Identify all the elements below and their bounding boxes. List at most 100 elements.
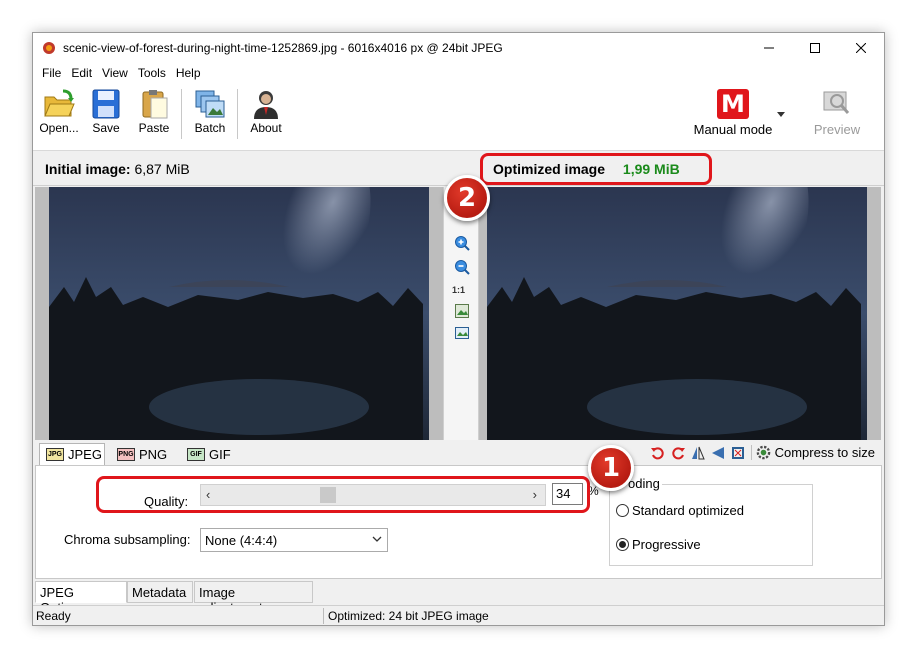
preview-label: Preview	[813, 122, 861, 137]
menu-bar: File Edit View Tools Help	[33, 63, 884, 83]
coding-group: oding Standard optimized Progressive	[609, 476, 813, 566]
toolbar: Open... Save Paste Batch About M Manual …	[33, 83, 884, 151]
about-label: About	[250, 121, 282, 135]
preview-button[interactable]: Preview	[810, 87, 864, 147]
status-ready: Ready	[36, 609, 71, 623]
batch-button[interactable]: Batch	[186, 87, 234, 143]
format-tab-bar: JPG JPEG PNG PNG GIF GIF Compress to siz…	[33, 441, 884, 465]
flip-vertical-icon	[711, 446, 724, 459]
menu-file[interactable]: File	[37, 66, 66, 80]
clipboard-icon	[142, 90, 168, 119]
status-optimized-info: Optimized: 24 bit JPEG image	[328, 609, 489, 623]
gif-file-icon: GIF	[187, 447, 205, 461]
rotate-left-button[interactable]	[650, 446, 665, 460]
magnifier-icon	[823, 91, 850, 114]
initial-size-value: 6,87 MiB	[134, 161, 190, 177]
compress-to-size-label: Compress to size	[774, 445, 875, 460]
zoom-out-icon[interactable]	[454, 259, 470, 275]
minimize-button[interactable]	[746, 33, 792, 63]
annotation-badge-1: 1	[588, 445, 634, 491]
optimized-image	[487, 187, 867, 440]
original-image-viewer[interactable]	[35, 187, 443, 440]
open-button[interactable]: Open...	[35, 87, 83, 143]
tab-png-label: PNG	[139, 446, 168, 462]
tab-jpeg-label: JPEG	[68, 447, 102, 462]
radio-standard-optimized[interactable]: Standard optimized	[616, 503, 744, 518]
rotate-right-button[interactable]	[671, 446, 685, 460]
original-image	[49, 187, 429, 440]
app-window: scenic-view-of-forest-during-night-time-…	[32, 32, 885, 626]
batch-images-icon	[195, 90, 225, 118]
chroma-subsampling-value: None (4:4:4)	[205, 533, 278, 548]
initial-size: Initial image: 6,87 MiB	[45, 161, 190, 177]
compress-to-size-button[interactable]: Compress to size	[750, 445, 875, 460]
tab-gif[interactable]: GIF GIF	[181, 443, 241, 465]
menu-help[interactable]: Help	[171, 66, 206, 80]
window-title: scenic-view-of-forest-during-night-time-…	[63, 41, 503, 55]
maximize-button[interactable]	[792, 33, 838, 63]
save-label: Save	[92, 121, 120, 135]
batch-label: Batch	[194, 121, 226, 135]
initial-size-label: Initial image:	[45, 161, 131, 177]
gear-icon	[756, 445, 770, 460]
close-icon	[856, 43, 866, 53]
image-tools: Compress to size	[648, 445, 878, 460]
chevron-down-icon	[777, 112, 785, 117]
paste-button[interactable]: Paste	[130, 87, 178, 143]
folder-open-icon	[44, 89, 75, 117]
save-button[interactable]: Save	[82, 87, 130, 143]
tab-jpeg-options[interactable]: JPEG Options	[35, 581, 127, 615]
chroma-subsampling-select[interactable]: None (4:4:4)	[200, 528, 388, 552]
maximize-icon	[810, 43, 820, 53]
paste-label: Paste	[138, 121, 170, 135]
optimized-size-highlight	[480, 153, 712, 185]
quality-highlight	[96, 476, 590, 513]
tab-jpeg[interactable]: JPG JPEG	[39, 443, 105, 465]
toolbar-separator	[181, 89, 182, 139]
tab-png[interactable]: PNG PNG	[111, 443, 177, 465]
floppy-disk-icon	[92, 89, 120, 119]
open-label: Open...	[39, 121, 79, 135]
radio-progressive-label: Progressive	[632, 537, 701, 552]
person-icon	[254, 91, 278, 119]
title-bar: scenic-view-of-forest-during-night-time-…	[33, 33, 884, 63]
manual-mode-icon: M	[717, 89, 749, 119]
crop-icon	[731, 446, 744, 459]
png-file-icon: PNG	[117, 447, 135, 461]
about-button[interactable]: About	[242, 87, 290, 143]
split-view-icon[interactable]	[454, 325, 470, 341]
menu-tools[interactable]: Tools	[133, 66, 171, 80]
chevron-down-icon	[372, 536, 382, 542]
radio-standard-label: Standard optimized	[632, 503, 745, 518]
crop-button[interactable]	[731, 446, 745, 460]
zoom-actual-size[interactable]: 1:1	[452, 285, 465, 295]
flip-horizontal-button[interactable]	[691, 446, 705, 460]
radio-button[interactable]	[616, 504, 629, 517]
radio-progressive[interactable]: Progressive	[616, 537, 701, 552]
manual-mode-label: Manual mode	[693, 122, 773, 137]
mode-dropdown-arrow[interactable]	[777, 105, 785, 120]
tab-image-adjustments[interactable]: Image adjustments	[194, 581, 313, 615]
chroma-subsampling-label: Chroma subsampling:	[64, 532, 191, 547]
radio-button-selected[interactable]	[616, 538, 629, 551]
tab-metadata[interactable]: Metadata	[127, 581, 193, 603]
jpeg-file-icon: JPG	[46, 448, 64, 461]
annotation-badge-2: 2	[444, 175, 490, 221]
status-divider	[323, 608, 324, 624]
zoom-in-icon[interactable]	[454, 235, 470, 251]
menu-edit[interactable]: Edit	[66, 66, 97, 80]
optimized-image-viewer[interactable]	[479, 187, 881, 440]
minimize-icon	[764, 47, 774, 49]
status-bar: Ready Optimized: 24 bit JPEG image	[33, 605, 884, 625]
fit-to-window-icon[interactable]	[454, 303, 470, 319]
toolbar-separator	[237, 89, 238, 139]
rotate-left-icon	[650, 446, 664, 459]
manual-mode-button[interactable]: M Manual mode	[683, 87, 783, 147]
zoom-toolbar: 1:1	[443, 187, 479, 440]
tab-gif-label: GIF	[209, 446, 231, 462]
menu-view[interactable]: View	[97, 66, 133, 80]
rotate-right-icon	[671, 446, 685, 459]
flip-horizontal-icon	[691, 446, 705, 459]
flip-vertical-button[interactable]	[711, 446, 725, 460]
close-button[interactable]	[838, 33, 884, 63]
